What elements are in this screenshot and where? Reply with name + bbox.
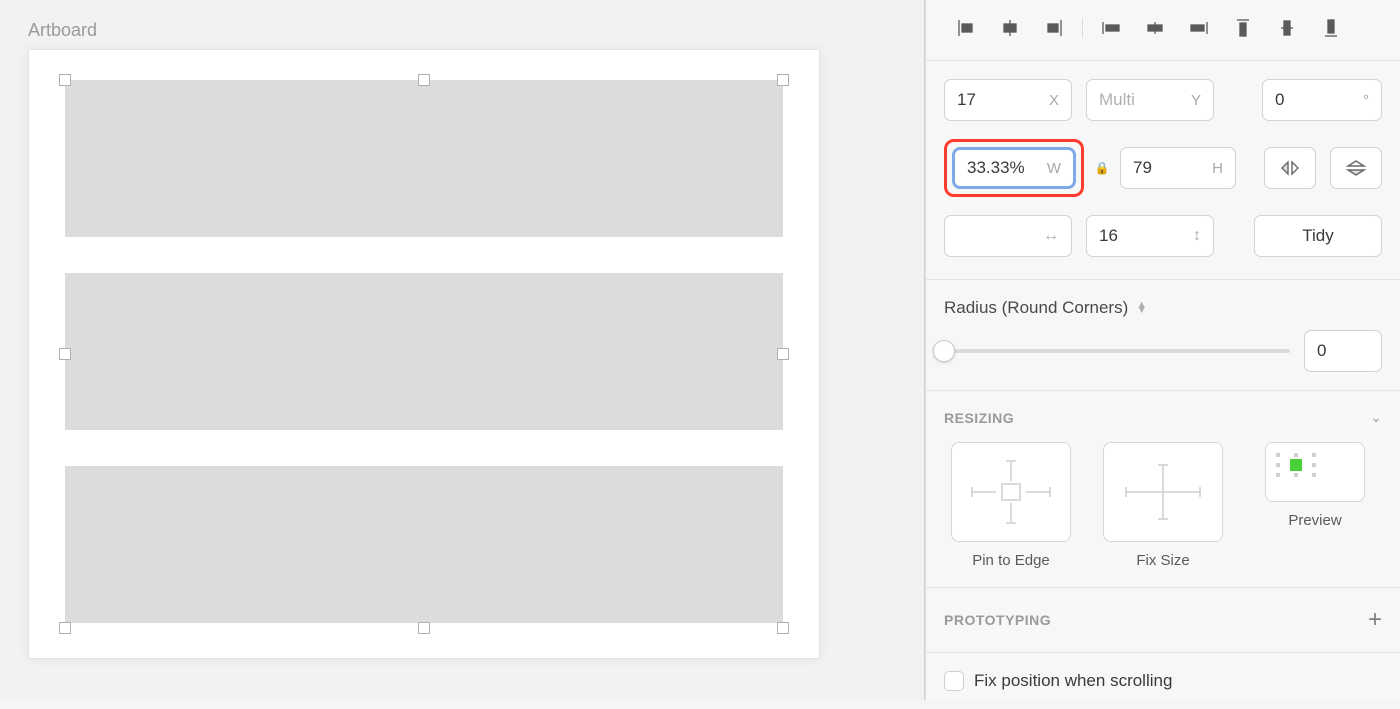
distribute-left-icon[interactable] xyxy=(1089,14,1133,42)
align-top-icon[interactable] xyxy=(1221,14,1265,42)
prototyping-section: PROTOTYPING + xyxy=(926,588,1400,653)
width-input[interactable] xyxy=(967,158,1043,178)
prototyping-title: PROTOTYPING xyxy=(944,612,1051,628)
fix-position-row[interactable]: Fix position when scrolling xyxy=(926,653,1400,709)
width-field-highlight: W xyxy=(944,139,1084,197)
height-input[interactable] xyxy=(1133,158,1208,178)
tidy-button[interactable]: Tidy xyxy=(1254,215,1382,257)
selected-layer-3[interactable] xyxy=(65,466,783,623)
horizontal-gap-field[interactable]: ↔ xyxy=(944,215,1072,257)
fix-size-tile[interactable]: Fix Size xyxy=(1096,442,1230,569)
selection-handle[interactable] xyxy=(777,348,789,360)
radius-label: Radius (Round Corners) xyxy=(944,298,1128,318)
height-field[interactable]: H xyxy=(1120,147,1236,189)
resizing-section: RESIZING ⌄ Pin to Edge xyxy=(926,391,1400,588)
slider-thumb[interactable] xyxy=(933,340,955,362)
plus-icon[interactable]: + xyxy=(1368,606,1382,634)
selection-handle[interactable] xyxy=(777,74,789,86)
selection-handle[interactable] xyxy=(777,622,789,634)
geometry-section: X Y ° W 🔒 H xyxy=(926,61,1400,280)
vertical-gap-field[interactable]: ↕ xyxy=(1086,215,1214,257)
selection-handle[interactable] xyxy=(59,74,71,86)
vertical-arrows-icon: ↕ xyxy=(1193,227,1201,245)
lock-aspect-icon[interactable]: 🔒 xyxy=(1098,161,1106,175)
distribute-right-icon[interactable] xyxy=(1177,14,1221,42)
rotation-input[interactable] xyxy=(1275,90,1359,110)
align-left-icon[interactable] xyxy=(944,14,988,42)
selection-handle[interactable] xyxy=(59,348,71,360)
align-right-icon[interactable] xyxy=(1032,14,1076,42)
pin-to-edge-tile[interactable]: Pin to Edge xyxy=(944,442,1078,569)
align-middle-icon[interactable] xyxy=(1265,14,1309,42)
rotation-field[interactable]: ° xyxy=(1262,79,1382,121)
artboard-label: Artboard xyxy=(28,20,896,41)
selection-handle[interactable] xyxy=(59,622,71,634)
chevron-down-icon[interactable]: ⌄ xyxy=(1370,409,1382,426)
alignment-toolbar xyxy=(926,0,1400,61)
selection-handle[interactable] xyxy=(418,622,430,634)
artboard[interactable] xyxy=(28,49,820,659)
preview-tile[interactable]: Preview xyxy=(1248,442,1382,569)
selected-layer-2[interactable] xyxy=(65,273,783,430)
radius-slider[interactable] xyxy=(944,349,1290,353)
x-field[interactable]: X xyxy=(944,79,1072,121)
fix-position-checkbox[interactable] xyxy=(944,671,964,691)
radius-section: Radius (Round Corners) ▲▼ 0 xyxy=(926,280,1400,391)
radius-value-field[interactable]: 0 xyxy=(1304,330,1382,372)
horizontal-arrows-icon: ↔ xyxy=(1043,227,1059,245)
canvas-area: Artboard xyxy=(0,0,925,700)
align-center-h-icon[interactable] xyxy=(988,14,1032,42)
stepper-icon[interactable]: ▲▼ xyxy=(1136,303,1147,313)
vertical-gap-input[interactable] xyxy=(1099,226,1193,246)
align-bottom-icon[interactable] xyxy=(1309,14,1353,42)
x-input[interactable] xyxy=(957,90,1045,110)
selected-layer-1[interactable] xyxy=(65,80,783,237)
y-field[interactable]: Y xyxy=(1086,79,1214,121)
inspector-panel: X Y ° W 🔒 H xyxy=(925,0,1400,700)
selection-handle[interactable] xyxy=(418,74,430,86)
resizing-title: RESIZING xyxy=(944,410,1014,426)
fix-position-label: Fix position when scrolling xyxy=(974,671,1172,691)
flip-horizontal-button[interactable] xyxy=(1264,147,1316,189)
width-field[interactable]: W xyxy=(952,147,1076,189)
distribute-center-icon[interactable] xyxy=(1133,14,1177,42)
y-input[interactable] xyxy=(1099,90,1187,110)
flip-vertical-button[interactable] xyxy=(1330,147,1382,189)
